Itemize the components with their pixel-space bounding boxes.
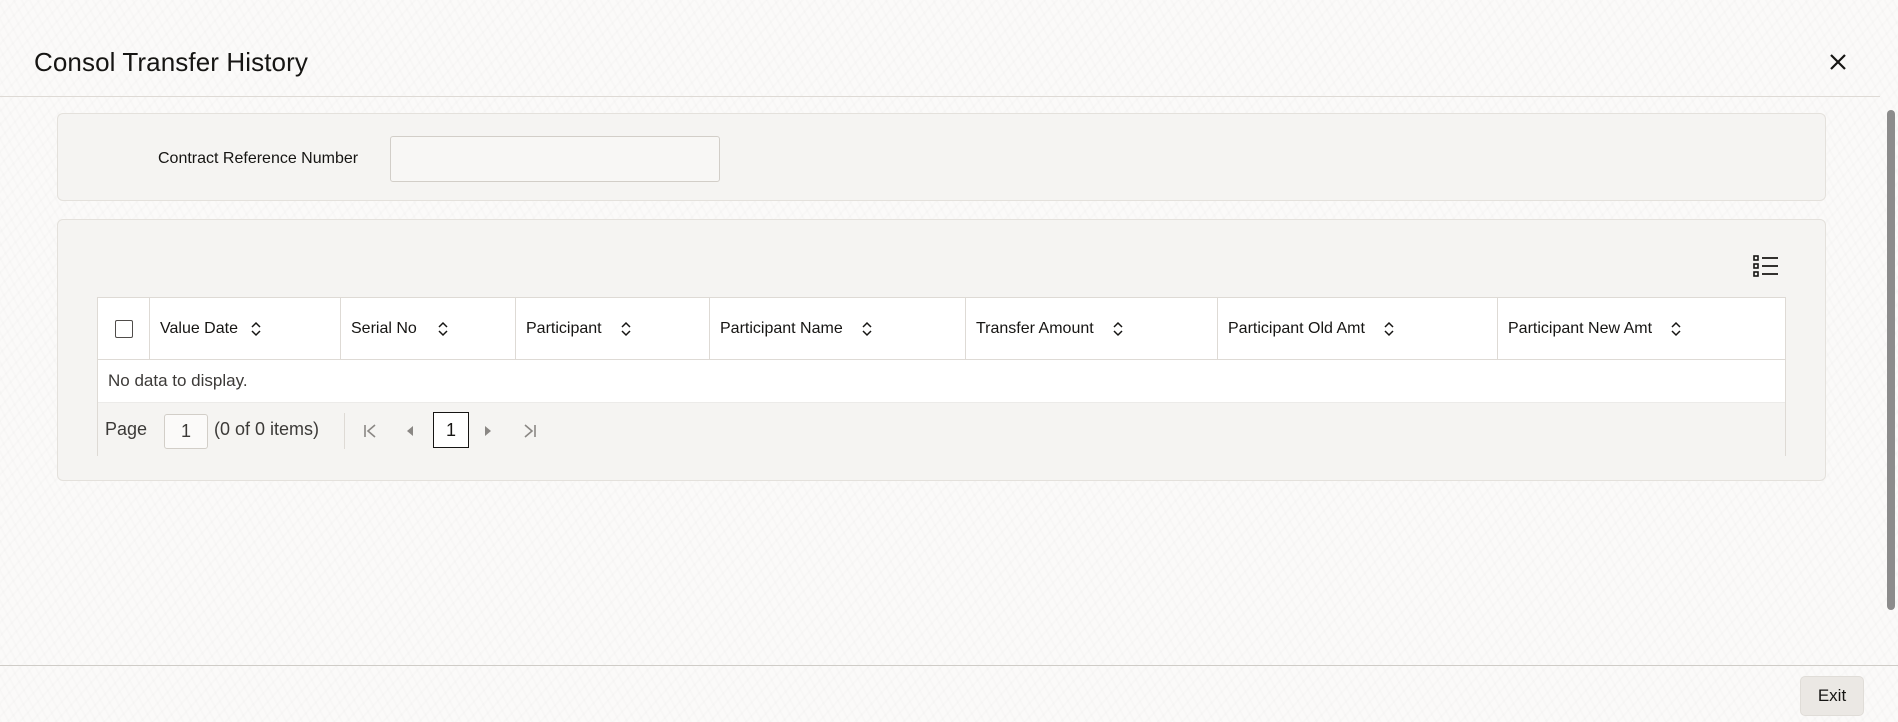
sort-icon[interactable]: [1383, 321, 1395, 337]
table-header-row: Value Date Serial No Participant Partici…: [98, 298, 1785, 360]
sort-icon[interactable]: [861, 321, 873, 337]
contract-reference-input[interactable]: [390, 136, 720, 182]
current-page-button[interactable]: 1: [433, 412, 469, 448]
pager-divider: [344, 413, 345, 449]
next-page-icon: [485, 426, 491, 436]
exit-button[interactable]: Exit: [1800, 676, 1864, 716]
vertical-scrollbar[interactable]: [1887, 110, 1895, 610]
page-label: Page: [105, 419, 148, 439]
contract-reference-label: Contract Reference Number: [158, 150, 359, 167]
column-header-label: Serial No: [351, 319, 417, 337]
sort-icon[interactable]: [1670, 321, 1682, 337]
empty-message: No data to display.: [98, 360, 1785, 402]
column-header-participant-name[interactable]: Participant Name: [709, 298, 965, 359]
previous-page-button[interactable]: [396, 417, 424, 445]
column-header-participant[interactable]: Participant: [515, 298, 709, 359]
dialog-footer: [0, 665, 1898, 722]
column-header-participant-old-amt[interactable]: Participant Old Amt: [1217, 298, 1497, 359]
sort-icon[interactable]: [620, 321, 632, 337]
column-header-label: Value Date: [160, 319, 238, 337]
next-page-button[interactable]: [474, 417, 502, 445]
dialog-header: Consol Transfer History: [0, 0, 1880, 97]
last-page-icon: [524, 424, 536, 438]
column-header-label: Participant Name: [720, 319, 843, 337]
sort-icon[interactable]: [250, 321, 262, 337]
item-count: (0 of 0 items): [214, 419, 320, 439]
first-page-icon: [364, 424, 376, 438]
first-page-button[interactable]: [356, 417, 384, 445]
page-title: Consol Transfer History: [34, 47, 308, 77]
previous-page-icon: [407, 426, 413, 436]
list-columns-icon: [1753, 255, 1778, 277]
column-header-transfer-amount[interactable]: Transfer Amount: [965, 298, 1217, 359]
column-header-label: Participant New Amt: [1508, 319, 1653, 337]
close-button[interactable]: [1822, 46, 1854, 78]
column-header-label: Participant: [526, 319, 602, 337]
pagination-bar: Page (0 of 0 items) 1: [98, 402, 1785, 456]
select-all-cell: [98, 298, 149, 359]
sort-icon[interactable]: [1112, 321, 1124, 337]
column-header-label: Transfer Amount: [976, 319, 1094, 337]
close-icon: [1830, 54, 1846, 70]
page-number-input[interactable]: [164, 414, 208, 449]
data-table: Value Date Serial No Participant Partici…: [97, 297, 1786, 456]
column-header-value-date[interactable]: Value Date: [149, 298, 340, 359]
select-all-checkbox[interactable]: [114, 319, 133, 338]
manage-columns-button[interactable]: [1752, 252, 1780, 280]
column-header-serial-no[interactable]: Serial No: [340, 298, 515, 359]
column-header-label: Participant Old Amt: [1228, 319, 1365, 337]
last-page-button[interactable]: [516, 417, 544, 445]
sort-icon[interactable]: [437, 321, 449, 337]
column-header-participant-new-amt[interactable]: Participant New Amt: [1497, 298, 1785, 359]
